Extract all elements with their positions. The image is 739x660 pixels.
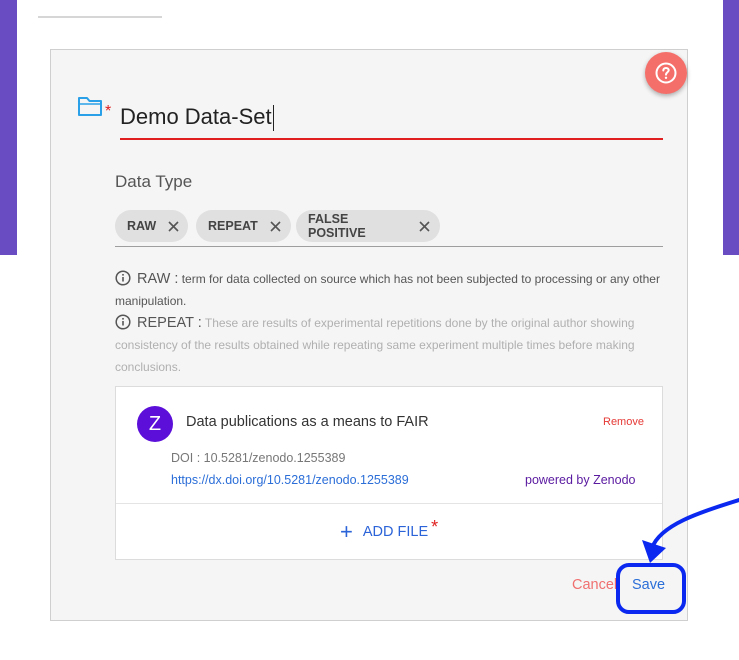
- save-highlight-box: [616, 563, 686, 614]
- annotation-overlay: [616, 498, 739, 614]
- annotation-arrow-curve: [650, 498, 739, 550]
